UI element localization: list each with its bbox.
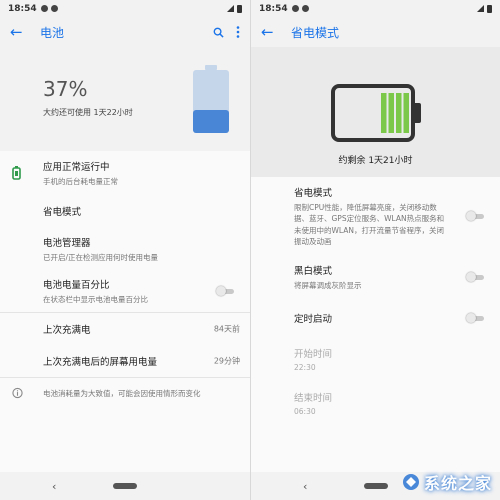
item-title: 结束时间 [294,393,333,404]
watermark: 系统之家 [402,470,492,494]
power-saving-mode-item[interactable]: 省电模式 限制CPU性能，降低屏幕亮度，关闭移动数据、蓝牙、GPS定位服务、WL… [251,177,500,255]
start-time-item[interactable]: 开始时间 22:30 [251,337,500,381]
screen-usage-since-charge-item: 上次充满电后的屏幕用电量 29分钟 [0,345,250,377]
power-saving-toggle[interactable] [466,211,486,221]
status-bar: 18:54 [251,0,500,17]
watermark-text: 系统之家 [423,474,492,493]
back-arrow-icon[interactable]: ← [10,23,40,41]
power-saving-settings-list: 省电模式 限制CPU性能，降低屏幕亮度，关闭移动数据、蓝牙、GPS定位服务、WL… [251,177,500,425]
toggle-thumb [466,211,476,221]
item-title: 开始时间 [294,349,333,360]
app-usage-status-item[interactable]: 应用正常运行中 手机的后台耗电量正常 [0,151,250,194]
battery-percentage-toggle[interactable] [216,286,236,296]
item-title: 省电模式 [294,188,333,199]
battery-bar [388,93,394,133]
info-icon [12,387,23,399]
page-title: 省电模式 [291,25,340,40]
monochrome-toggle[interactable] [466,272,486,282]
item-value: 22:30 [294,363,316,372]
battery-level-icon [193,65,229,133]
battery-percent: 37% [43,77,88,101]
signal-icon [227,5,234,12]
battery-bar [396,93,402,133]
notification-icon [50,5,58,12]
item-title: 省电模式 [43,207,82,218]
item-value: 06:30 [294,407,316,416]
status-bar: 18:54 [0,0,250,17]
item-value: 29分钟 [213,356,240,366]
nav-home-pill[interactable] [113,483,137,489]
battery-ok-icon [12,165,21,180]
battery-bar [403,93,409,133]
last-full-charge-item: 上次充满电 84天前 [0,313,250,345]
power-saving-remaining-time: 约剩余 1天21小时 [338,156,413,166]
nav-home-pill[interactable] [363,483,388,489]
footer-text: 电池消耗量为大致值，可能会因使用情形而变化 [43,388,201,398]
item-subtitle: 限制CPU性能，降低屏幕亮度，关闭移动数据、蓝牙、GPS定位服务、WLAN热点服… [294,203,445,246]
battery-summary: 37% 大约还可使用 1天22小时 [0,47,250,151]
item-title: 应用正常运行中 [43,161,110,173]
end-time-item[interactable]: 结束时间 06:30 [251,381,500,425]
battery-status-icon [237,4,242,13]
toggle-thumb [466,313,476,323]
power-saving-mode-item[interactable]: 省电模式 [0,194,250,228]
battery-info-footer: 电池消耗量为大致值，可能会因使用情形而变化 [0,378,250,408]
power-saving-screen: 18:54 ← 省电模式 约剩余 1天21小时 省电模式 限制CPU性能，降低屏… [251,0,500,500]
more-vert-icon[interactable] [236,26,240,38]
battery-saver-illustration-icon [331,84,421,142]
battery-percentage-item[interactable]: 电池电量百分比 在状态栏中显示电池电量百分比 [0,270,250,312]
status-time: 18:54 [8,3,37,14]
watermark-logo-icon [402,474,419,490]
battery-settings-screen: 18:54 ← 电池 37% 大约还可使用 1天22小时 应用正常运行中 手机的… [0,0,250,500]
search-icon[interactable] [213,27,224,38]
page-title: 电池 [40,25,65,40]
battery-bar [381,93,387,133]
toggle-thumb [216,286,226,296]
notification-icon [40,5,48,12]
scheduled-start-item[interactable]: 定时启动 [251,299,500,337]
item-subtitle: 已开启/正在检测应用何时使用电量 [43,253,159,262]
battery-status-icon [487,4,492,13]
status-time: 18:54 [259,3,288,14]
monochrome-mode-item[interactable]: 黑白模式 将屏幕调成灰阶显示 [251,255,500,299]
nav-back-icon[interactable]: ‹ [303,480,307,493]
notification-icon [291,5,299,12]
item-subtitle: 手机的后台耗电量正常 [43,176,118,186]
scheduled-start-toggle[interactable] [466,313,486,323]
battery-remaining-time: 大约还可使用 1天22小时 [43,108,133,117]
power-saving-hero: 约剩余 1天21小时 [251,47,500,177]
signal-icon [477,5,484,12]
navigation-bar: ‹ [0,472,250,500]
battery-settings-list: 应用正常运行中 手机的后台耗电量正常 省电模式 电池管理器 已开启/正在检测应用… [0,151,250,408]
app-bar: ← 电池 [0,17,250,47]
item-value: 84天前 [213,324,240,334]
toggle-thumb [466,272,476,282]
nav-back-icon[interactable]: ‹ [52,480,56,493]
battery-manager-item[interactable]: 电池管理器 已开启/正在检测应用何时使用电量 [0,228,250,270]
back-arrow-icon[interactable]: ← [261,23,291,41]
app-bar: ← 省电模式 [251,17,500,47]
item-title: 电池管理器 [43,238,91,249]
notification-icon [301,5,309,12]
